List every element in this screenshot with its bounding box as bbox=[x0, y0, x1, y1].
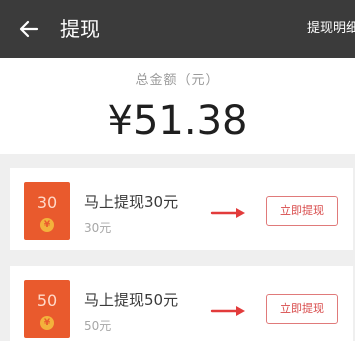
withdraw-now-button[interactable]: 立即提现 bbox=[266, 196, 338, 226]
withdraw-history-link[interactable]: 提现明细 bbox=[307, 20, 355, 38]
coupon-icon: 30 ¥ bbox=[24, 182, 70, 240]
total-amount-label: 总金额（元） bbox=[135, 73, 220, 88]
total-amount-value: ¥51.38 bbox=[107, 98, 248, 144]
offer-amount: 30元 bbox=[84, 221, 112, 235]
yen-coin-icon: ¥ bbox=[40, 218, 54, 232]
coupon-value: 30 bbox=[36, 193, 58, 212]
coupon-icon: 50 ¥ bbox=[24, 280, 70, 338]
red-arrow-icon bbox=[210, 306, 245, 316]
app-header: 提现 提现明细 bbox=[0, 0, 355, 58]
withdraw-page: 提现 提现明细 总金额（元） ¥51.38 30 ¥ 马上提现30元 30元 立… bbox=[0, 0, 355, 341]
balance-summary: 总金额（元） ¥51.38 bbox=[0, 58, 355, 154]
page-title: 提现 bbox=[60, 17, 100, 41]
withdraw-offer-card: 50 ¥ 马上提现50元 50元 立即提现 bbox=[10, 266, 353, 341]
red-arrow-icon bbox=[210, 208, 245, 218]
back-arrow-icon bbox=[19, 20, 39, 38]
withdraw-offer-card: 30 ¥ 马上提现30元 30元 立即提现 bbox=[10, 168, 353, 250]
withdraw-now-button[interactable]: 立即提现 bbox=[266, 294, 338, 324]
offer-title: 马上提现30元 bbox=[84, 193, 179, 211]
coupon-value: 50 bbox=[36, 291, 58, 310]
offer-amount: 50元 bbox=[84, 319, 112, 333]
back-button[interactable] bbox=[14, 14, 44, 44]
yen-coin-icon: ¥ bbox=[40, 316, 54, 330]
offer-title: 马上提现50元 bbox=[84, 291, 179, 309]
